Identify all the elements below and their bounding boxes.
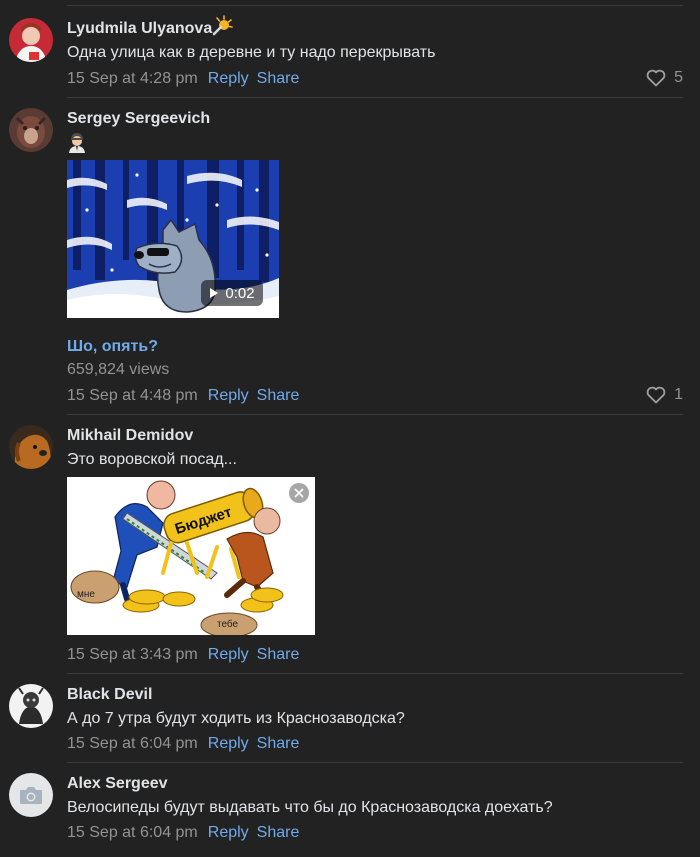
comment-text: Это воровской посад... [67,451,237,468]
comment-text: Велосипеды будут выдавать что бы до Крас… [67,799,553,816]
comment-text: Одна улица как в деревне и ту надо перек… [67,44,436,61]
comment-time[interactable]: 15 Sep at 6:04 pm [67,735,198,752]
video-thumbnail[interactable]: 0:02 [67,160,279,318]
heart-icon [646,69,666,87]
video-title[interactable]: Шо, опять? [67,338,158,356]
share-button[interactable]: Share [257,387,300,404]
video-views: 659,824 views [67,361,170,378]
comment-time[interactable]: 15 Sep at 3:43 pm [67,646,198,663]
you-label: тебе [217,618,239,630]
avatar[interactable] [9,108,53,152]
avatar[interactable] [9,18,53,62]
me-label: мне [77,589,95,600]
star-badge-icon [212,14,234,41]
share-button[interactable]: Share [257,735,300,752]
video-duration-badge: 0:02 [201,280,263,306]
attached-image[interactable]: Бюджет мне тебе [67,477,315,635]
close-icon[interactable] [289,483,309,503]
avatar[interactable] [9,773,53,817]
comment-text: А до 7 утра будут ходить из Краснозаводс… [67,710,405,727]
like-button[interactable]: 5 [646,69,683,87]
divider [67,5,683,6]
comment-meta: 15 Sep at 6:04 pm Reply Share [67,735,299,753]
avatar[interactable] [9,684,53,728]
play-icon [210,288,219,298]
comment-author[interactable]: Sergey Sergeevich [67,110,210,128]
reply-button[interactable]: Reply [208,735,249,752]
like-count: 1 [674,386,683,403]
comment-meta: 15 Sep at 4:28 pm Reply Share [67,70,299,88]
person-emoji-icon [67,131,87,158]
camera-icon [20,787,42,804]
comment-time[interactable]: 15 Sep at 4:48 pm [67,387,198,404]
share-button[interactable]: Share [257,646,300,663]
comment-author[interactable]: Black Devil [67,686,152,704]
share-button[interactable]: Share [257,70,300,87]
comment-author[interactable]: Alex Sergeev [67,775,168,793]
comment-meta: 15 Sep at 6:04 pm Reply Share [67,824,299,842]
video-duration: 0:02 [225,284,255,302]
reply-button[interactable]: Reply [208,646,249,663]
reply-button[interactable]: Reply [208,387,249,404]
reply-button[interactable]: Reply [208,824,249,841]
share-button[interactable]: Share [257,824,300,841]
divider [67,673,683,674]
comments-feed: Lyudmila Ulyanova Одна улица как в дерев… [0,0,700,857]
comment-meta: 15 Sep at 3:43 pm Reply Share [67,646,299,664]
divider [67,97,683,98]
like-count: 5 [674,69,683,86]
comment-time[interactable]: 15 Sep at 4:28 pm [67,70,198,87]
comment-time[interactable]: 15 Sep at 6:04 pm [67,824,198,841]
divider [67,414,683,415]
like-button[interactable]: 1 [646,386,683,404]
divider [67,762,683,763]
avatar[interactable] [9,425,53,469]
comment-author[interactable]: Mikhail Demidov [67,427,193,445]
comment-author[interactable]: Lyudmila Ulyanova [67,20,212,38]
heart-icon [646,386,666,404]
comment-meta: 15 Sep at 4:48 pm Reply Share [67,387,299,405]
reply-button[interactable]: Reply [208,70,249,87]
